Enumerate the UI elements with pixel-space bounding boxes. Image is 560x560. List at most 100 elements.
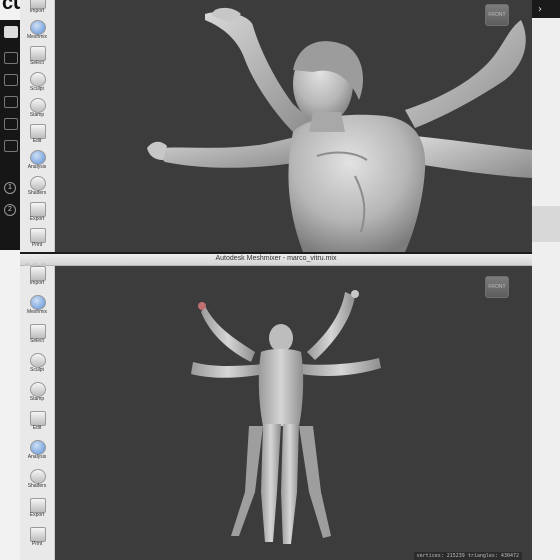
raised-left-arm [201,306,255,362]
tool-edit[interactable]: Edit [20,124,54,150]
shaders-icon [30,176,46,191]
right-extended-arm [415,136,532,178]
tool-label: Meshmix [26,309,47,315]
tool-label: Print [31,541,43,547]
neck [309,112,345,132]
export-icon [30,498,46,513]
outer-app-toolbar: 1 2 [0,20,20,250]
tool-label: Stamp [29,396,45,402]
tool-sculpt[interactable]: Sculpt [20,353,54,379]
figure-leg-spread-right [299,426,331,538]
tool-label: Export [29,512,45,518]
tool-stamp[interactable]: Stamp [20,382,54,408]
step-1-badge[interactable]: 1 [4,182,16,194]
horizontal-left-arm [191,362,265,378]
tool-label: Edit [32,138,42,144]
stamp-icon [30,382,46,397]
tool-label: Shaders [27,190,47,196]
figure-full-render[interactable] [55,266,532,560]
right-window-header: › [532,0,560,18]
tool-label: Meshmix [26,34,47,40]
figure-torso [258,349,304,426]
print-icon [30,228,46,243]
meshmixer-window-bottom: Autodesk Meshmixer - marco_vitru.mix Imp… [20,254,532,560]
tool-label: Shaders [27,483,47,489]
tool-analysis[interactable]: Analysis [20,440,54,466]
figure-closeup-render[interactable] [55,0,532,252]
select-icon [30,46,46,61]
tool-label: Stamp [29,112,45,118]
folder-icon[interactable] [4,26,18,38]
horizontal-right-arm [301,358,381,376]
tool-export[interactable]: Export [20,202,54,228]
sphere-icon[interactable] [4,140,18,152]
mesh-stats: vertices: 215239 triangles: 430472 [413,552,522,560]
meshmix-icon [30,295,46,310]
figure-head [269,324,293,352]
tool-analysis[interactable]: Analysis [20,150,54,176]
selection-marker [198,302,206,310]
chevron-right-icon[interactable]: › [538,4,542,15]
tool-label: Analysis [27,454,47,460]
analysis-icon [30,440,46,455]
viewcube-bottom[interactable]: FRONT [485,276,509,298]
tool-label: Select [30,338,44,344]
tool-select[interactable]: Select [20,46,54,72]
tool-print[interactable]: Print [20,228,54,252]
torso [288,114,426,252]
tool-meshmix[interactable]: Meshmix [20,295,54,321]
tool-import[interactable]: Import [20,0,54,20]
tool-label: Import [29,280,45,286]
print-icon [30,527,46,542]
tool-label: Import [29,8,45,14]
tool-label: Export [29,216,45,222]
tool-shaders[interactable]: Shaders [20,469,54,495]
tool-sculpt[interactable]: Sculpt [20,72,54,98]
viewport-bottom[interactable]: FRONT vertices: 215239 triangles: 430472 [55,266,532,560]
analysis-icon [30,150,46,165]
tool-edit[interactable]: Edit [20,411,54,437]
tool-label: Sculpt [30,86,44,92]
layers-icon[interactable] [4,52,18,64]
shaders-icon [30,469,46,484]
window-title: Autodesk Meshmixer - marco_vitru.mix [215,255,337,262]
viewport-top[interactable]: FRONT [55,0,532,252]
tool-import[interactable]: Import [20,266,54,292]
tool-select[interactable]: Select [20,324,54,350]
tool-shaders[interactable]: Shaders [20,176,54,202]
tool-label: Analysis [27,164,47,170]
outer-app-sidebar: cu 1 2 [0,0,25,560]
plus-icon [30,266,46,281]
raised-hand-right [351,290,359,298]
right-raised-arm [405,20,526,128]
tool-label: Print [31,242,43,248]
right-window-panel [532,206,560,242]
right-background-window: › [532,0,560,560]
figure-leg-left [261,424,281,542]
tool-label: Select [30,60,44,66]
stamp-icon [30,98,46,113]
tool-stamp[interactable]: Stamp [20,98,54,124]
tool-label: Edit [32,425,42,431]
step-2-badge[interactable]: 2 [4,204,16,216]
meshmixer-window-top: Import Meshmix Select Sculpt Stamp Edit Analys… [20,0,532,252]
meshmix-icon [30,20,46,35]
select-icon [30,324,46,339]
brush-icon [30,72,46,87]
viewcube-top[interactable]: FRONT [485,4,509,26]
edit-icon [30,124,46,139]
edit-icon [30,411,46,426]
tool-print[interactable]: Print [20,527,54,553]
cylinder-icon[interactable] [4,96,18,108]
export-icon [30,202,46,217]
tool-label: Sculpt [30,367,44,373]
tool-palette-top: Import Meshmix Select Sculpt Stamp Edit Analys… [20,0,55,252]
raised-right-arm [307,292,355,360]
brush-icon[interactable] [4,118,18,130]
tool-meshmix[interactable]: Meshmix [20,20,54,46]
title-bar[interactable]: Autodesk Meshmixer - marco_vitru.mix [20,254,532,269]
figure-leg-right [281,424,299,544]
tool-export[interactable]: Export [20,498,54,524]
brush-icon [30,353,46,368]
cube-icon[interactable] [4,74,18,86]
